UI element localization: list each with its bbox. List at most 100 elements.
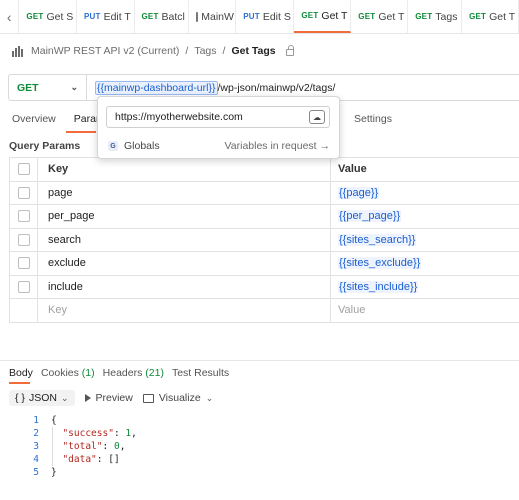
variables-in-request-link[interactable]: Variables in request → — [225, 140, 330, 152]
tab-title: Edit S — [262, 10, 291, 23]
param-key[interactable]: exclude — [37, 252, 330, 275]
column-header-value: Value — [330, 158, 519, 181]
tab-test-results[interactable]: Test Results — [172, 367, 229, 379]
param-value-cell[interactable]: {{sites_search}} — [330, 228, 519, 251]
json-key: "total" — [62, 441, 103, 452]
tab-title: Edit T — [103, 10, 131, 23]
chevron-left-icon[interactable]: ‹ — [0, 0, 20, 33]
url-variable[interactable]: {{mainwp-dashboard-url}} — [95, 80, 218, 95]
preview-label: Preview — [95, 392, 133, 404]
code-punct: , — [119, 441, 126, 452]
code-punct: , — [131, 428, 137, 439]
request-tab[interactable]: GET Get T — [462, 0, 519, 33]
method-label: PUT — [83, 12, 101, 21]
request-tab[interactable]: GET Get T — [351, 0, 409, 33]
tab-title: MainW — [201, 10, 234, 23]
chevron-down-icon: ⌄ — [60, 392, 69, 403]
method-select[interactable]: GET ⌄ — [9, 75, 87, 100]
format-select[interactable]: { } JSON ⌄ — [9, 390, 75, 406]
tab-title: Get T — [378, 10, 405, 23]
param-value-cell[interactable]: {{sites_include}} — [330, 275, 519, 298]
param-key[interactable]: include — [37, 275, 330, 298]
new-value-input[interactable]: Value — [330, 299, 519, 322]
param-checkbox[interactable] — [17, 210, 30, 223]
param-key[interactable]: search — [37, 228, 330, 251]
code-line: 2 "success": 1, — [24, 427, 137, 440]
param-value: {{per_page}} — [338, 210, 402, 223]
param-checkbox[interactable] — [17, 186, 30, 199]
tab-label: Headers — [102, 367, 143, 379]
tab-overview[interactable]: Overview — [12, 113, 56, 127]
chevron-down-icon[interactable]: ⌄ — [206, 393, 214, 404]
json-key: "data" — [62, 454, 97, 465]
request-tab[interactable]: PUT Edit T — [77, 0, 135, 33]
new-key-input[interactable]: Key — [37, 299, 330, 322]
active-tab-indicator — [66, 131, 96, 133]
table-header: Key Value — [9, 158, 519, 182]
tab-label: Body — [9, 367, 33, 379]
tab-title: Get T — [321, 9, 348, 22]
tab-headers[interactable]: Headers (21) — [103, 367, 164, 379]
param-key[interactable]: page — [37, 181, 330, 204]
method-label: GET — [415, 12, 433, 21]
method-label: GET — [26, 12, 44, 21]
line-number: 1 — [33, 415, 39, 426]
tab-body[interactable]: Body — [9, 367, 33, 379]
breadcrumb-folder[interactable]: Tags — [194, 45, 216, 57]
line-number: 4 — [33, 454, 39, 465]
json-icon: { } — [15, 392, 25, 404]
preview-button[interactable]: Preview — [84, 392, 133, 404]
response-body[interactable]: 1{ 2 "success": 1, 3 "total": 0, 4 "data… — [24, 414, 137, 479]
table-row: exclude {{sites_exclude}} — [9, 252, 519, 276]
request-tab[interactable]: GET Tags — [408, 0, 463, 33]
request-tab[interactable]: GET Batcl — [135, 0, 190, 33]
code-line: 1{ — [24, 414, 137, 427]
json-value: [] — [108, 454, 120, 465]
query-params-title: Query Params — [9, 140, 81, 152]
active-tab-indicator — [9, 382, 30, 384]
code-text: } — [51, 467, 57, 478]
query-params-table: Key Value page {{page}} per_page {{per_p… — [9, 157, 519, 323]
code-line: 4 "data": [] — [24, 453, 137, 466]
method-label: PUT — [243, 12, 260, 21]
breadcrumb-collection[interactable]: MainWP REST API v2 (Current) — [31, 45, 179, 57]
code-line: 5} — [24, 466, 137, 479]
request-tab-active[interactable]: GET Get T — [294, 0, 352, 33]
line-number: 2 — [33, 428, 39, 439]
request-tab[interactable]: PUT Edit S — [236, 0, 295, 33]
code-text: { — [51, 415, 57, 426]
variable-value-input[interactable]: https://myotherwebsite.com ☁ — [106, 106, 330, 128]
param-value-cell[interactable]: {{page}} — [330, 181, 519, 204]
param-value-cell[interactable]: {{sites_exclude}} — [330, 252, 519, 275]
request-tab-strip: ‹ GET Get S PUT Edit T GET Batcl MainW P… — [0, 0, 519, 34]
image-icon — [142, 393, 154, 403]
url-input[interactable]: {{mainwp-dashboard-url}} /wp-json/mainwp… — [87, 80, 336, 95]
tab-count: (1) — [81, 367, 95, 379]
request-tabs: Overview Params — [12, 113, 110, 127]
param-checkbox[interactable] — [17, 280, 30, 293]
table-row: page {{page}} — [9, 181, 519, 205]
line-number: 5 — [33, 467, 39, 478]
breadcrumb-request[interactable]: Get Tags — [231, 45, 275, 57]
tab-cookies[interactable]: Cookies (1) — [41, 367, 95, 379]
lock-icon — [285, 44, 294, 56]
tab-title: Get T — [489, 10, 516, 23]
play-icon — [84, 394, 91, 402]
param-checkbox[interactable] — [17, 257, 30, 270]
table-row: per_page {{per_page}} — [9, 205, 519, 229]
visualize-button[interactable]: Visualize ⌄ — [142, 392, 214, 404]
table-row: include {{sites_include}} — [9, 275, 519, 299]
tab-settings[interactable]: Settings — [354, 113, 392, 125]
document-tab[interactable]: MainW — [189, 0, 237, 33]
param-key[interactable]: per_page — [37, 205, 330, 228]
url-path: /wp-json/mainwp/v2/tags/ — [217, 81, 336, 94]
request-tab[interactable]: GET Get S — [19, 0, 77, 33]
column-header-key: Key — [37, 158, 330, 181]
param-checkbox[interactable] — [17, 233, 30, 246]
code-line: 3 "total": 0, — [24, 440, 137, 453]
select-all-checkbox[interactable] — [17, 163, 30, 176]
pane-divider[interactable] — [0, 360, 519, 361]
cloud-sync-icon[interactable]: ☁ — [309, 110, 325, 124]
param-value-cell[interactable]: {{per_page}} — [330, 205, 519, 228]
line-number: 3 — [33, 441, 39, 452]
